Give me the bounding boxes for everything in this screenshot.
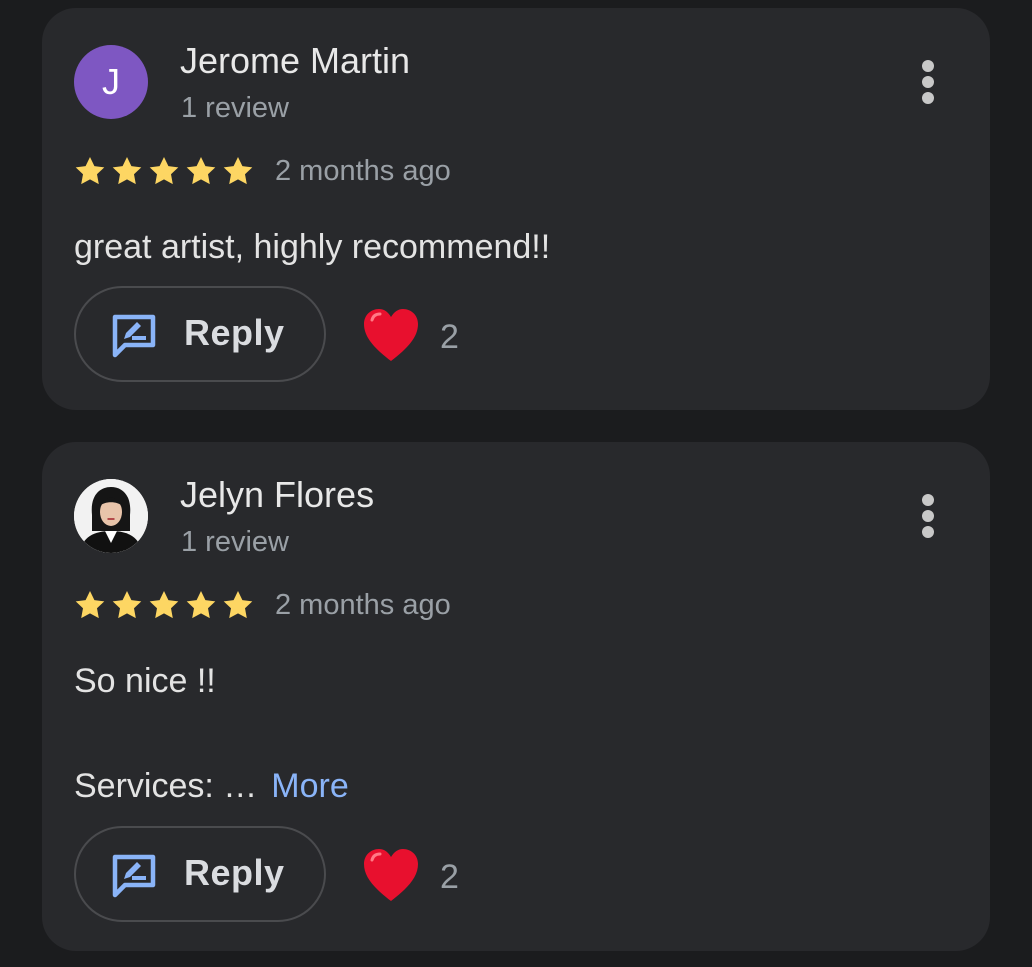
reply-button[interactable]: Reply: [74, 826, 326, 922]
star-icon: [149, 591, 179, 619]
reviewer-name[interactable]: Jelyn Flores: [180, 474, 374, 516]
services-text: Services: …: [74, 767, 258, 805]
reply-label: Reply: [184, 312, 285, 353]
review-text: So nice !!: [74, 662, 216, 700]
reply-icon: [112, 854, 156, 898]
review-time: 2 months ago: [275, 589, 451, 621]
reviewer-avatar[interactable]: [74, 479, 148, 553]
star-rating: [74, 586, 256, 626]
reviewer-review-count: 1 review: [181, 526, 289, 558]
review-time: 2 months ago: [275, 155, 451, 187]
reviewer-name[interactable]: Jerome Martin: [180, 40, 410, 82]
red-heart-icon[interactable]: [362, 848, 420, 904]
star-icon: [223, 591, 253, 619]
like-count: 2: [440, 858, 459, 896]
star-icon: [112, 591, 142, 619]
star-icon: [186, 157, 216, 185]
star-icon: [75, 157, 105, 185]
reply-button[interactable]: Reply: [74, 286, 326, 382]
reply-label: Reply: [184, 852, 285, 893]
reviewer-review-count: 1 review: [181, 92, 289, 124]
star-rating: [74, 152, 256, 192]
review-text: great artist, highly recommend!!: [74, 228, 551, 266]
review-card: J Jerome Martin 1 review 2 months ago gr…: [42, 8, 990, 410]
avatar-letter: J: [102, 61, 120, 102]
star-icon: [112, 157, 142, 185]
person-photo-icon: [74, 479, 148, 553]
more-options-icon[interactable]: [910, 54, 946, 110]
reply-icon: [112, 314, 156, 358]
review-card: Jelyn Flores 1 review 2 months ago So ni…: [42, 442, 990, 951]
red-heart-icon[interactable]: [362, 308, 420, 364]
more-options-icon[interactable]: [910, 488, 946, 544]
more-link[interactable]: More: [271, 767, 348, 805]
like-count: 2: [440, 318, 459, 356]
star-icon: [186, 591, 216, 619]
star-icon: [223, 157, 253, 185]
star-icon: [75, 591, 105, 619]
star-icon: [149, 157, 179, 185]
review-text-services: Services: … More: [74, 767, 349, 806]
reviewer-avatar[interactable]: J: [74, 45, 148, 119]
